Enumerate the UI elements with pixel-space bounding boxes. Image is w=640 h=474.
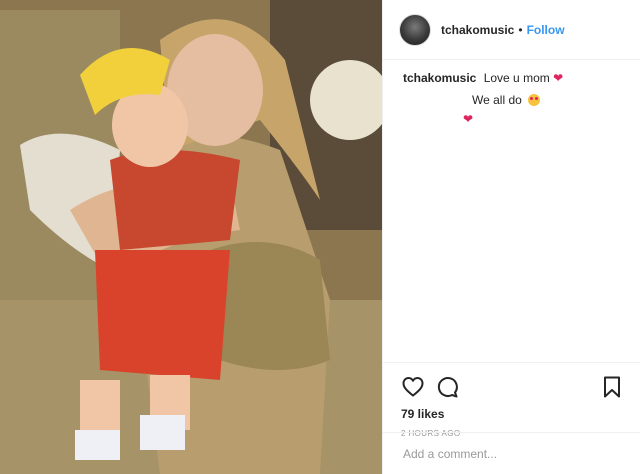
heart-eyes-emoji-icon	[528, 94, 541, 106]
post-header: tchakomusic • Follow	[383, 0, 640, 60]
comments-section: tchakomusic Love u mom ❤ We all do ❤	[383, 60, 640, 126]
bookmark-icon[interactable]	[600, 375, 624, 399]
red-heart-icon: ❤	[553, 71, 564, 85]
post-sidebar: tchakomusic • Follow tchakomusic Love u …	[382, 0, 640, 474]
add-comment-bar	[383, 432, 640, 474]
comment-heart: ❤	[403, 112, 624, 126]
follow-button[interactable]: Follow	[527, 23, 565, 37]
separator-dot: •	[518, 22, 523, 37]
comment-bubble-icon[interactable]	[435, 375, 459, 399]
action-icons	[401, 371, 624, 403]
post-actions: 79 likes 2 HOURS AGO	[383, 362, 640, 438]
instagram-post: tchakomusic • Follow tchakomusic Love u …	[0, 0, 640, 474]
caption-text: Love u mom	[483, 71, 550, 85]
author-avatar[interactable]	[399, 13, 431, 46]
comment: We all do	[403, 92, 624, 108]
caption: tchakomusic Love u mom ❤	[403, 70, 624, 86]
caption-username[interactable]: tchakomusic	[403, 71, 476, 85]
likes-count[interactable]: 79 likes	[401, 407, 624, 421]
red-heart-icon: ❤	[463, 112, 474, 126]
author-username[interactable]: tchakomusic	[441, 23, 514, 37]
comment-text: We all do	[472, 93, 522, 107]
heart-outline-icon[interactable]	[401, 375, 425, 399]
add-comment-input[interactable]	[401, 445, 622, 462]
photo-illustration	[0, 0, 382, 474]
post-photo[interactable]	[0, 0, 382, 474]
